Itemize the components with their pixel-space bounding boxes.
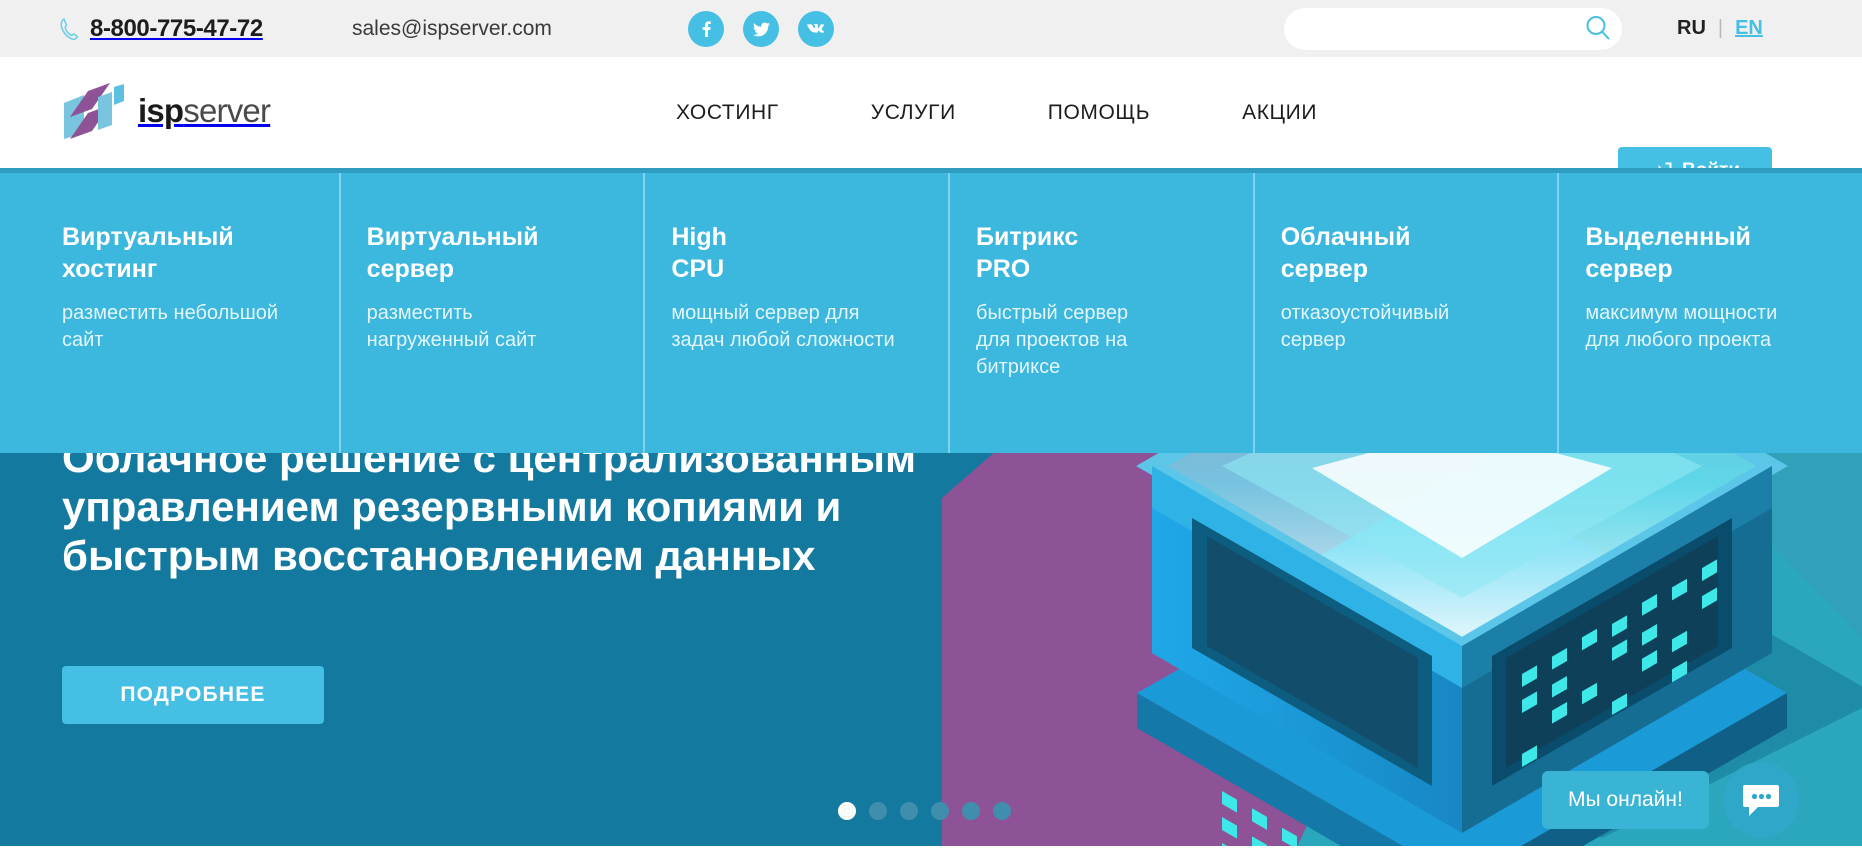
service-card-title: Битрикс PRO	[976, 223, 1079, 283]
service-card-subtitle: отказоустойчивый сервер	[1280, 302, 1450, 351]
search-icon	[1583, 13, 1613, 46]
email-link[interactable]: sales@ispserver.com	[352, 0, 552, 57]
service-cards-band: Виртуальный хостинг разместить небольшой…	[0, 168, 1862, 453]
service-card-subtitle: максимум мощности для любого проекта	[1585, 302, 1778, 351]
phone-link[interactable]: 8-800-775-47-72	[60, 0, 263, 57]
nav-item-services[interactable]: УСЛУГИ	[825, 101, 1002, 125]
service-card-high-cpu[interactable]: High CPU мощный сервер для задач любой с…	[645, 173, 951, 453]
service-card-subtitle: быстрый сервер для проектов на битриксе	[976, 302, 1129, 378]
site-header: ispserver ХОСТИНГ УСЛУГИ ПОМОЩЬ АКЦИИ Во…	[0, 57, 1862, 195]
service-card-subtitle: разместить нагруженный сайт	[366, 302, 537, 351]
service-card-title: High CPU	[671, 223, 727, 283]
service-card-dedicated-server[interactable]: Выделенный сервер максимум мощности для …	[1559, 173, 1862, 453]
service-card-virtual-hosting[interactable]: Виртуальный хостинг разместить небольшой…	[0, 173, 341, 453]
chat-open-button[interactable]	[1722, 762, 1799, 838]
service-card-subtitle: разместить небольшой сайт	[62, 302, 279, 351]
service-card-cloud-server[interactable]: Облачный сервер отказоустойчивый сервер	[1255, 173, 1560, 453]
chat-widget: Мы онлайн!	[1542, 762, 1799, 838]
logo-mark-icon	[62, 83, 124, 139]
main-navigation: ХОСТИНГ УСЛУГИ ПОМОЩЬ АКЦИИ	[630, 57, 1363, 168]
service-card-bitrix-pro[interactable]: Битрикс PRO быстрый сервер для проектов …	[950, 173, 1255, 453]
lang-ru-button[interactable]: RU	[1677, 17, 1706, 40]
carousel-dot-2[interactable]	[869, 802, 887, 820]
site-logo[interactable]: ispserver	[62, 83, 271, 139]
carousel-dots	[838, 802, 1011, 820]
carousel-dot-6[interactable]	[993, 802, 1011, 820]
service-card-subtitle: мощный сервер для задач любой сложности	[671, 302, 895, 351]
logo-server: server	[183, 92, 271, 129]
hero-title: Облачное решение с централизованным упра…	[62, 434, 917, 580]
vk-icon[interactable]	[798, 10, 834, 47]
carousel-dot-1[interactable]	[838, 802, 856, 820]
page-bottom-edge	[0, 846, 1862, 858]
search-box[interactable]	[1284, 8, 1622, 50]
service-card-title: Облачный сервер	[1280, 223, 1411, 283]
hero-cta-button[interactable]: ПОДРОБНЕЕ	[62, 666, 324, 724]
service-card-title: Виртуальный хостинг	[62, 223, 234, 283]
carousel-dot-5[interactable]	[962, 802, 980, 820]
lang-en-button[interactable]: EN	[1735, 17, 1763, 40]
logo-isp: isp	[138, 92, 184, 129]
service-card-virtual-server[interactable]: Виртуальный сервер разместить нагруженны…	[341, 173, 646, 453]
nav-item-help[interactable]: ПОМОЩЬ	[1002, 101, 1196, 125]
carousel-dot-3[interactable]	[900, 802, 918, 820]
nav-item-promos[interactable]: АКЦИИ	[1196, 101, 1363, 125]
service-card-title: Выделенный сервер	[1585, 223, 1751, 283]
language-switcher: RU | EN	[1677, 0, 1763, 57]
chat-bubble-icon	[1742, 783, 1780, 817]
search-input[interactable]	[1284, 9, 1574, 49]
phone-number: 8-800-775-47-72	[90, 14, 263, 42]
twitter-icon[interactable]	[743, 10, 779, 47]
carousel-dot-4[interactable]	[931, 802, 949, 820]
phone-icon	[60, 17, 80, 40]
logo-text: ispserver	[138, 92, 271, 130]
search-button[interactable]	[1574, 8, 1622, 50]
nav-item-hosting[interactable]: ХОСТИНГ	[630, 101, 825, 125]
lang-separator: |	[1717, 17, 1724, 39]
service-card-title: Виртуальный сервер	[366, 223, 539, 283]
facebook-icon[interactable]	[688, 10, 724, 47]
social-links	[688, 0, 834, 57]
chat-status-label[interactable]: Мы онлайн!	[1542, 771, 1709, 829]
top-bar: 8-800-775-47-72 sales@ispserver.com RU |…	[0, 0, 1862, 57]
